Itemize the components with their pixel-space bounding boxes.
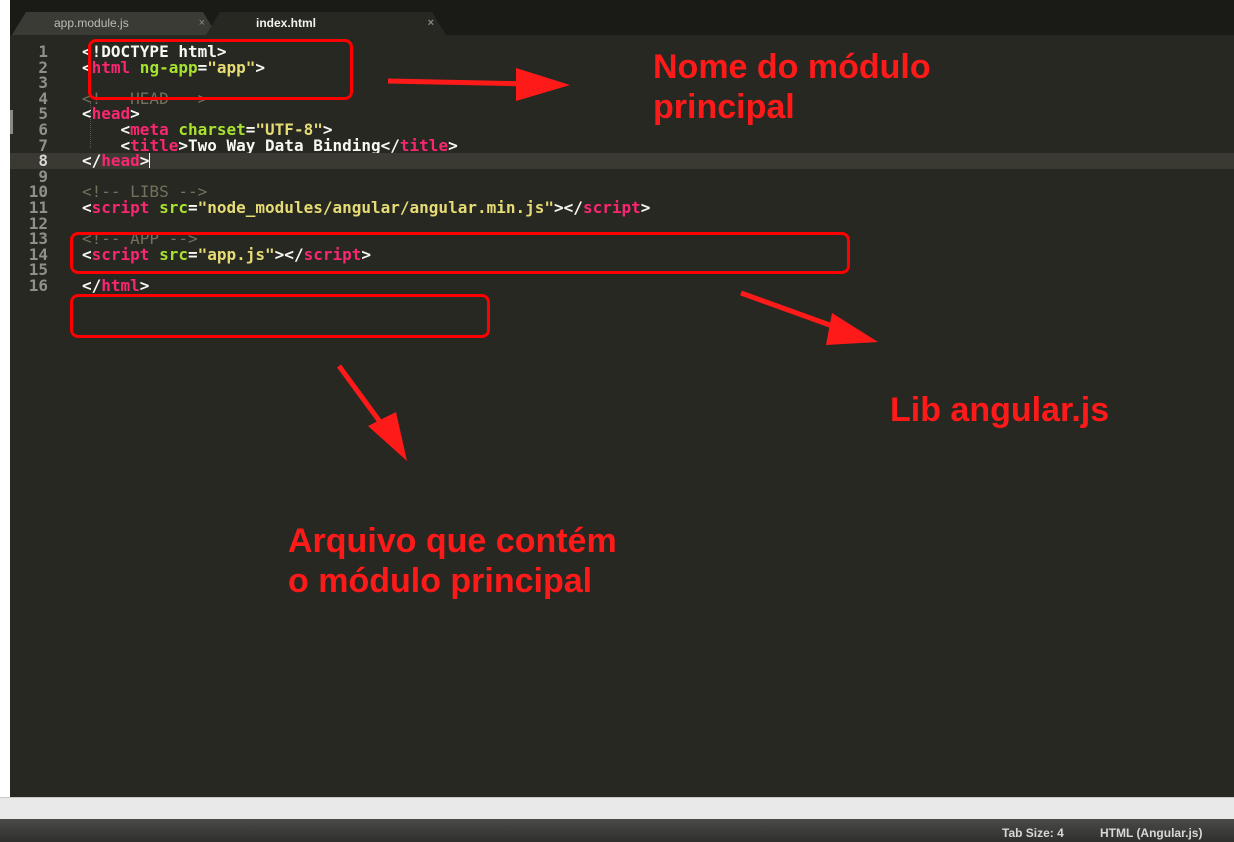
- highlight-lib-box: [70, 232, 850, 274]
- close-icon[interactable]: ×: [428, 12, 434, 35]
- code-token: >: [139, 275, 150, 295]
- code-token: </: [82, 151, 102, 171]
- status-bar: Tab Size: 4 HTML (Angular.js): [0, 819, 1234, 842]
- highlight-doctype-box: [88, 39, 353, 100]
- text-cursor: [149, 153, 151, 169]
- code-token: title: [399, 135, 449, 155]
- tab-label: index.html: [256, 16, 317, 30]
- code-token: script: [91, 197, 150, 217]
- code-token: =: [187, 197, 198, 217]
- annotation-module-name: Nome do módulo principal: [653, 48, 931, 126]
- highlight-app-box: [70, 294, 490, 338]
- annotation-lib: Lib angular.js: [890, 391, 1110, 429]
- arrow-to-lib: [740, 290, 878, 345]
- code-token: <: [82, 197, 92, 217]
- tab-bar: app.module.js × index.html ×: [10, 0, 1234, 35]
- code-text: <script src="node_modules/angular/angula…: [82, 197, 651, 217]
- code-token: src: [149, 197, 188, 217]
- code-line[interactable]: 16 </html>: [10, 275, 1234, 295]
- code-line[interactable]: 8 </head>: [10, 153, 1234, 169]
- code-token: script: [582, 197, 641, 217]
- code-text: </html>: [82, 275, 150, 295]
- line-number: 16: [28, 275, 48, 295]
- arrow-to-app-file: [336, 364, 407, 461]
- code-line[interactable]: 11 <script src="node_modules/angular/angu…: [10, 197, 1234, 217]
- editor-window: app.module.js × index.html × 1 <!DOCTYPE …: [10, 0, 1234, 797]
- code-token: >: [139, 151, 150, 171]
- tab-label: app.module.js: [54, 16, 129, 30]
- code-text: </head>: [82, 151, 151, 171]
- code-token: html: [101, 275, 140, 295]
- code-token: >: [448, 135, 458, 155]
- code-token: ></: [554, 197, 583, 217]
- code-token: >: [640, 197, 651, 217]
- indent-guide: [90, 102, 92, 148]
- syntax-indicator[interactable]: HTML (Angular.js): [1100, 826, 1202, 840]
- code-token: head: [101, 151, 140, 171]
- tab-size-indicator[interactable]: Tab Size: 4: [1002, 826, 1064, 840]
- output-panel: [0, 797, 1234, 820]
- code-token: >Two Way Data Binding</: [178, 135, 400, 155]
- close-icon[interactable]: ×: [199, 12, 205, 35]
- code-line[interactable]: 7 <title>Two Way Data Binding</title>: [10, 135, 1234, 155]
- tab-app-module-js[interactable]: app.module.js ×: [12, 12, 217, 35]
- tab-index-html[interactable]: index.html ×: [206, 12, 446, 35]
- code-token: "node_modules/angular/angular.min.js": [197, 197, 555, 217]
- code-token: </: [82, 275, 102, 295]
- annotation-app-file: Arquivo que contém o módulo principal: [288, 522, 617, 600]
